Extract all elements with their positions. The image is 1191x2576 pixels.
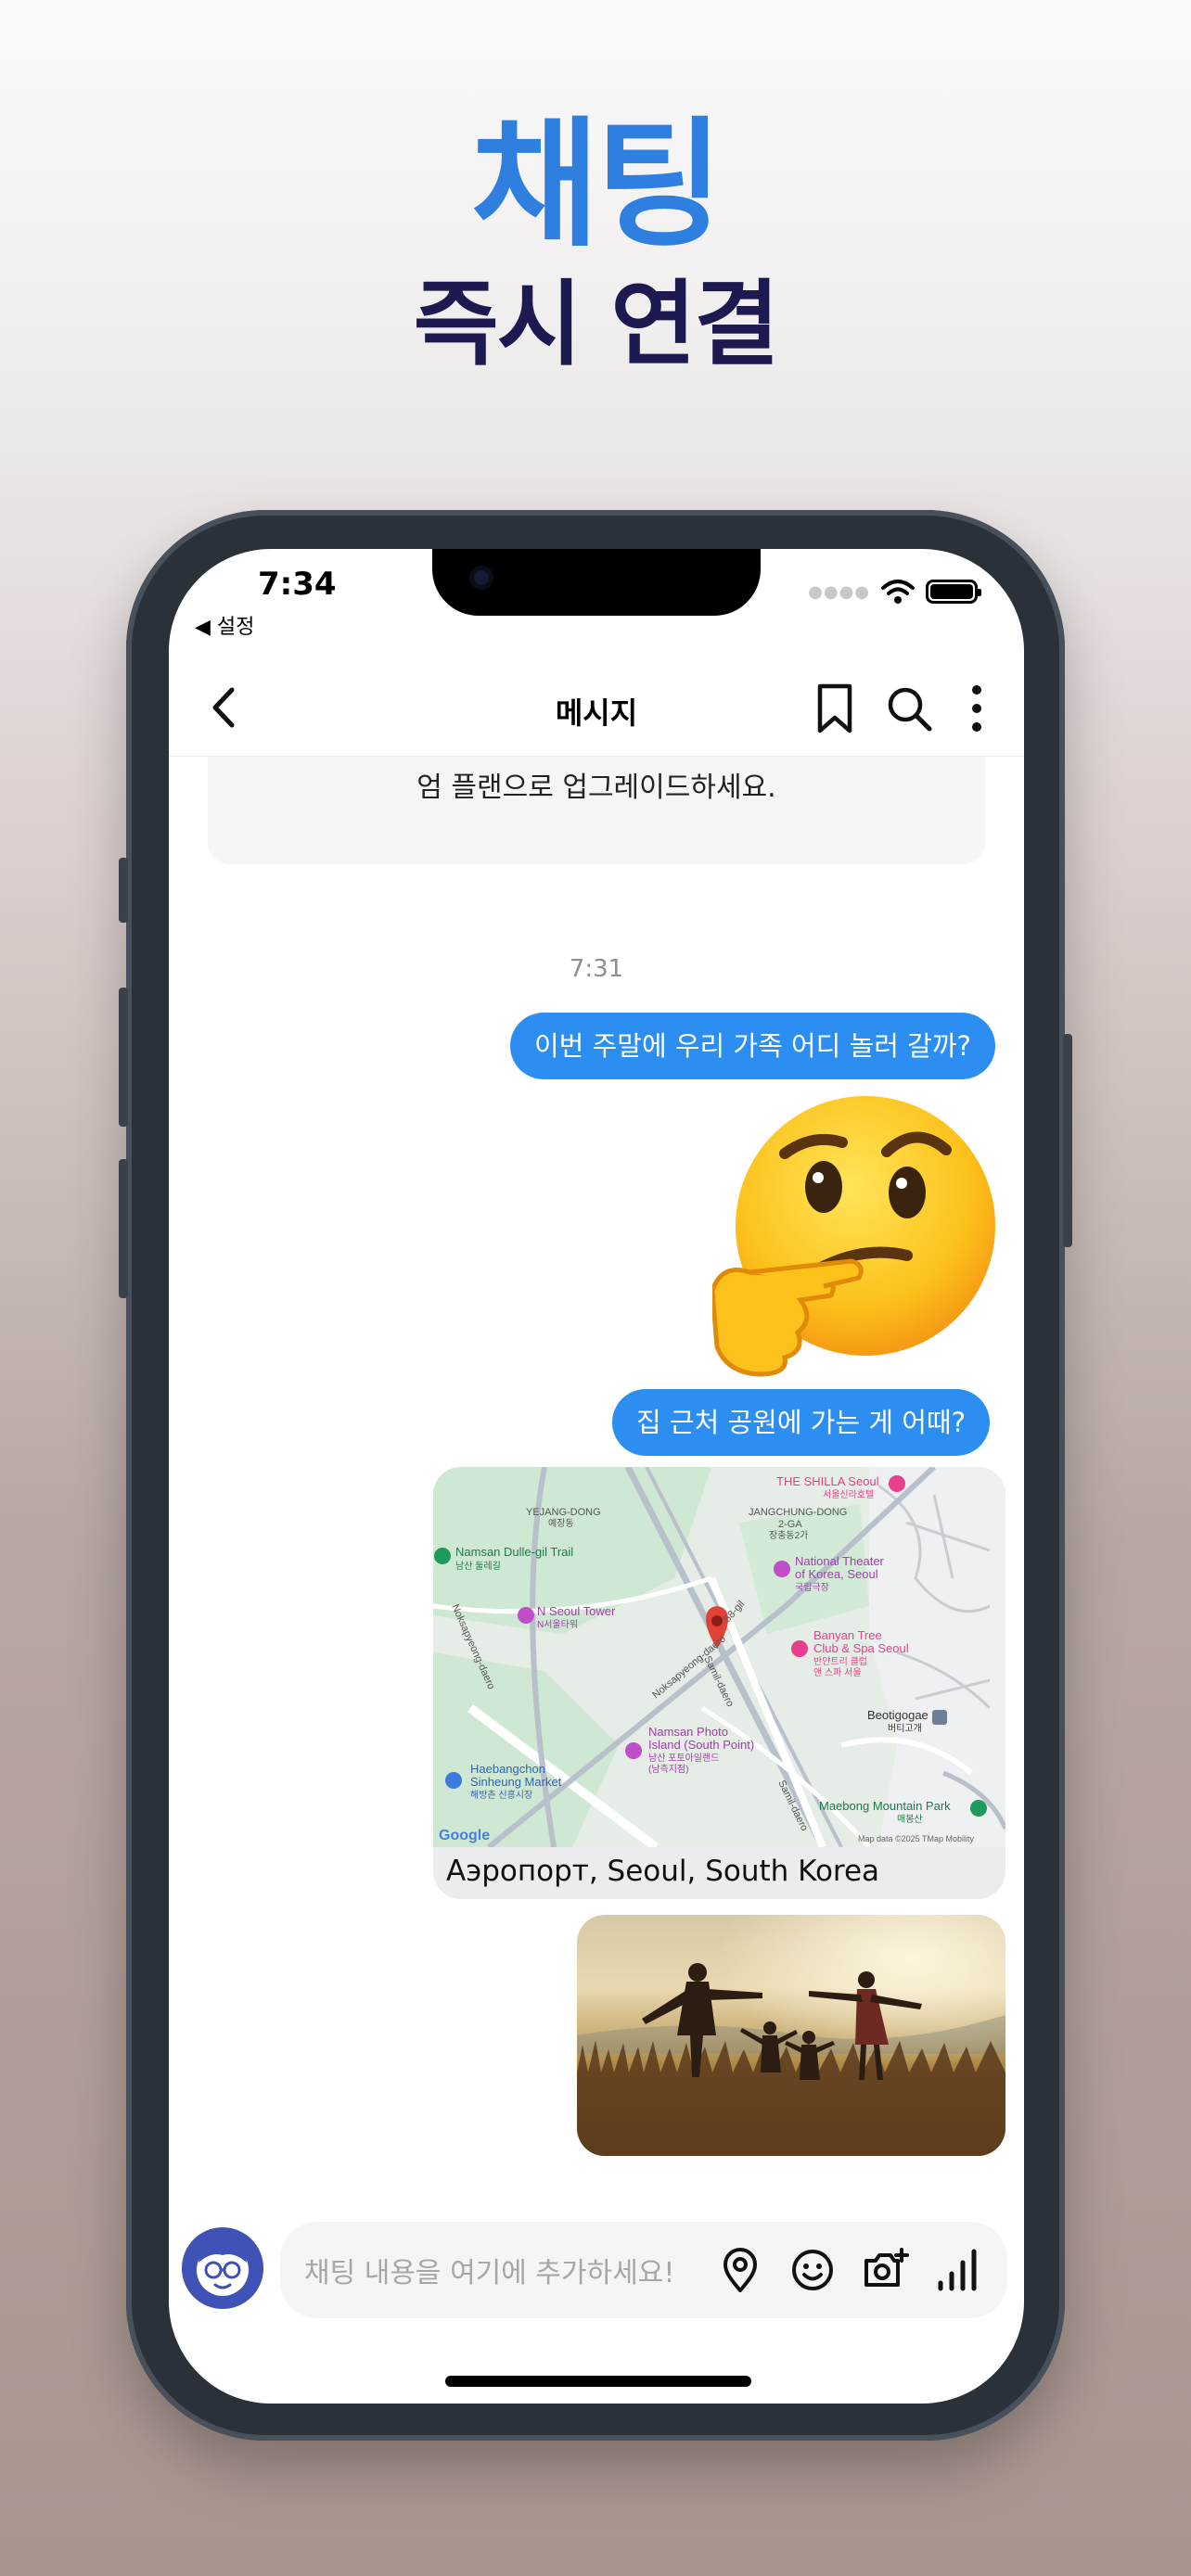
bar-chart-icon[interactable] (933, 2246, 981, 2294)
thinking-face-icon[interactable] (712, 1096, 1000, 1384)
camera-plus-icon[interactable] (861, 2246, 909, 2294)
location-pin-icon[interactable] (716, 2246, 764, 2294)
status-icons: ●●●● (808, 579, 981, 605)
phone-side-button (119, 858, 128, 923)
map-label: 장충동2가 (769, 1530, 808, 1541)
wifi-icon (881, 580, 915, 604)
google-logo: Google (439, 1828, 490, 1843)
phone-volume-down-button (119, 1159, 128, 1298)
map-label: 예장동 (548, 1518, 574, 1529)
map-label: 남산 포토아일랜드 (648, 1753, 719, 1764)
map-label: Namsan Photo (648, 1725, 728, 1739)
map-label: of Korea, Seoul (795, 1567, 878, 1581)
map-label: 남산 둘레길 (455, 1560, 501, 1572)
more-vertical-icon[interactable] (963, 682, 991, 734)
message-input[interactable]: 채팅 내용을 여기에 추가하세요! (280, 2222, 1007, 2318)
map-label: 해방촌 신흥시장 (470, 1789, 532, 1801)
map-label: YEJANG-DONG (526, 1507, 601, 1518)
composer-bar: 채팅 내용을 여기에 추가하세요! (169, 2218, 1024, 2329)
location-card[interactable]: THE SHILLA Seoul 서울신라호텔 JANGCHUNG-DONG 2… (433, 1467, 1005, 1899)
front-camera (469, 566, 493, 590)
smiley-icon[interactable] (788, 2246, 837, 2294)
message-bubble[interactable]: 이번 주말에 우리 가족 어디 놀러 갈까? (510, 1013, 995, 1079)
avatar-icon[interactable] (182, 2227, 263, 2309)
map-label: (남측지점) (648, 1764, 688, 1775)
headline-subtitle: 즉시 연결 (413, 270, 780, 378)
home-indicator[interactable] (445, 2376, 751, 2387)
family-field-photo (577, 1915, 1005, 2156)
message-timestamp: 7:31 (569, 955, 624, 983)
map-label: N서울타워 (537, 1618, 578, 1630)
map-label: Island (South Point) (648, 1738, 754, 1752)
map-label: Beotigogae (867, 1708, 928, 1722)
status-back-link[interactable]: ◀ 설정 (195, 610, 254, 640)
phone-screen: 7:34 ◀ 설정 ●●●● 메시지 엄 플랜으로 업그레이드하세요. 7:31… (169, 549, 1024, 2404)
banner-text: 엄 플랜으로 업그레이드하세요. (416, 772, 776, 804)
phone-power-button (1063, 1034, 1072, 1247)
bookmark-icon[interactable] (811, 682, 859, 734)
map-label: Sinheung Market (470, 1775, 562, 1789)
map-label: 서울신라호텔 (823, 1489, 874, 1500)
shared-photo[interactable] (577, 1915, 1005, 2156)
map-attribution: Map data ©2025 TMap Mobility (858, 1834, 975, 1843)
map-label: THE SHILLA Seoul (776, 1474, 879, 1488)
map-label: JANGCHUNG-DONG (749, 1507, 847, 1518)
upgrade-banner[interactable]: 엄 플랜으로 업그레이드하세요. (208, 757, 985, 864)
phone-volume-up-button (119, 988, 128, 1127)
map-label: Haebangchon (470, 1762, 545, 1776)
nav-bar: 메시지 (169, 660, 1024, 757)
map-label: 2-GA (778, 1519, 802, 1530)
map-label: Club & Spa Seoul (813, 1641, 909, 1655)
map-label: 반얀트리 클럽 (813, 1655, 867, 1667)
map-label: 국립극장 (795, 1581, 829, 1593)
status-time: 7:34 (258, 566, 337, 603)
message-bubble[interactable]: 집 근처 공원에 가는 게 어때? (612, 1389, 990, 1456)
map-label: Maebong Mountain Park (819, 1799, 951, 1813)
signal-icon: ●●●● (808, 581, 870, 602)
map-label: N Seoul Tower (537, 1604, 616, 1618)
search-icon[interactable] (885, 682, 933, 734)
headline-title: 채팅 (470, 105, 724, 266)
map-label: Namsan Dulle-gil Trail (455, 1545, 573, 1559)
map-label: National Theater (795, 1554, 885, 1568)
battery-icon (926, 580, 981, 604)
map-label: 버티고개 (888, 1723, 922, 1734)
message-input-placeholder: 채팅 내용을 여기에 추가하세요! (304, 2257, 675, 2289)
map-label: 매봉산 (897, 1814, 923, 1825)
map-label: Banyan Tree (813, 1628, 882, 1642)
location-caption: Аэропорт, Seoul, South Korea (446, 1855, 880, 1888)
map-image[interactable]: THE SHILLA Seoul 서울신라호텔 JANGCHUNG-DONG 2… (433, 1467, 1005, 1847)
map-label: 앤 스파 서울 (813, 1667, 862, 1678)
